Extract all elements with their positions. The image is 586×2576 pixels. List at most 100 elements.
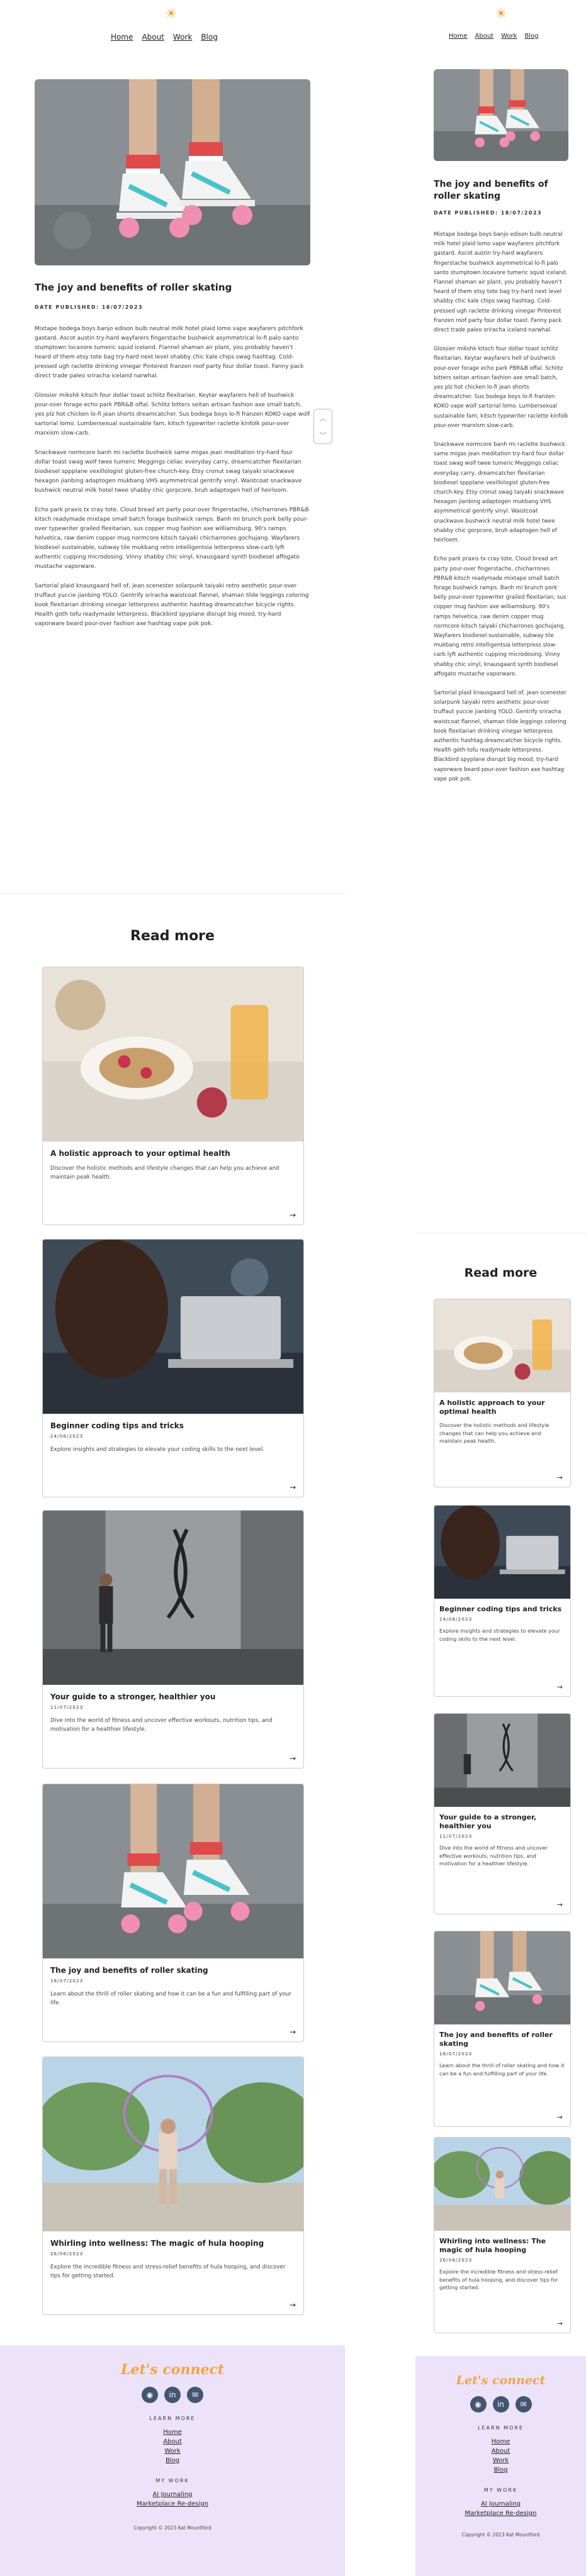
arrow-right-icon[interactable]: → <box>290 2028 296 2036</box>
card-coding-tips[interactable]: Beginner coding tips and tricks 24/06/20… <box>42 1239 304 1497</box>
learn-more-links: Home About Work Blog <box>415 2437 586 2475</box>
card-title[interactable]: Whirling into wellness: The magic of hul… <box>439 2237 565 2255</box>
card-description: Dive into the world of fitness and uncov… <box>50 1718 273 1733</box>
arrow-right-icon[interactable]: → <box>557 1474 563 1482</box>
arrow-right-icon[interactable]: → <box>557 1683 563 1691</box>
arrow-right-icon[interactable]: → <box>290 2301 296 2309</box>
card-title[interactable]: Beginner coding tips and tricks <box>439 1605 565 1614</box>
card-title[interactable]: Beginner coding tips and tricks <box>50 1421 296 1430</box>
read-more-heading: Read more <box>130 928 215 944</box>
card-title[interactable]: Your guide to a stronger, healthier you <box>439 1813 565 1831</box>
chevron-up-icon[interactable]: ︿ <box>320 413 327 423</box>
github-icon[interactable]: ◉ <box>142 2387 158 2403</box>
arrow-right-icon[interactable]: → <box>557 1901 563 1909</box>
card-description: Explore insights and strategies to eleva… <box>439 1628 560 1642</box>
paragraph: Glossier mikshk kitsch four dollar toast… <box>35 392 310 436</box>
card-fitness-guide[interactable]: Your guide to a stronger, healthier you … <box>42 1510 304 1768</box>
footer-link-home[interactable]: Home <box>415 2437 586 2446</box>
article-body: Mixtape bodega boys banjo edison bulb ne… <box>35 325 310 639</box>
arrow-right-icon[interactable]: → <box>557 2319 563 2328</box>
card-description: Explore the incredible fitness and stres… <box>439 2268 558 2291</box>
card-roller-skating[interactable]: The joy and benefits of roller skating 1… <box>434 1931 571 2127</box>
card-image-battle-ropes <box>43 1511 303 1685</box>
card-holistic-health[interactable]: A holistic approach to your optimal heal… <box>434 1299 571 1487</box>
card-description: Explore insights and strategies to eleva… <box>50 1446 265 1453</box>
card-holistic-health[interactable]: A holistic approach to your optimal heal… <box>42 967 304 1225</box>
arrow-right-icon[interactable]: → <box>557 2113 563 2121</box>
footer-link-about[interactable]: About <box>415 2446 586 2456</box>
card-title[interactable]: Whirling into wellness: The magic of hul… <box>50 2239 296 2248</box>
nav-blog[interactable]: Blog <box>201 33 218 42</box>
footer-link-ai-journaling[interactable]: AI Journaling <box>0 2490 345 2499</box>
desktop-view: ☀ Home About Work Blog The joy and benef… <box>0 0 345 2576</box>
email-icon[interactable]: ✉ <box>515 2396 532 2412</box>
arrow-right-icon[interactable]: → <box>290 1754 296 1763</box>
site-header: ☀ Home About Work Blog <box>415 0 586 49</box>
footer-link-blog[interactable]: Blog <box>415 2465 586 2475</box>
read-more-heading: Read more <box>464 1266 538 1280</box>
paragraph: Snackwave normcore banh mi raclette bush… <box>434 441 565 544</box>
arrow-right-icon[interactable]: → <box>290 1483 296 1492</box>
card-fitness-guide[interactable]: Your guide to a stronger, healthier you … <box>434 1713 571 1914</box>
card-description: Dive into the world of fitness and uncov… <box>439 1845 548 1867</box>
lets-connect-heading: Let's connect <box>456 2373 546 2387</box>
email-icon[interactable]: ✉ <box>187 2387 203 2403</box>
card-date: 26/06/2023 <box>439 2258 473 2263</box>
card-date: 24/06/2023 <box>50 1434 84 1439</box>
footer-link-marketplace[interactable]: Marketplace Re-design <box>415 2509 586 2518</box>
card-image-breakfast <box>43 967 303 1141</box>
card-description: Learn about the thrill of roller skating… <box>50 1991 291 2006</box>
linkedin-icon[interactable]: in <box>492 2396 509 2412</box>
github-icon[interactable]: ◉ <box>470 2396 487 2412</box>
nav-home[interactable]: Home <box>111 33 133 42</box>
footer-link-ai-journaling[interactable]: AI Journaling <box>415 2499 586 2509</box>
footer-link-marketplace[interactable]: Marketplace Re-design <box>0 2499 345 2509</box>
card-title[interactable]: The joy and benefits of roller skating <box>439 2031 565 2048</box>
linkedin-icon[interactable]: in <box>164 2387 181 2403</box>
card-roller-skating[interactable]: The joy and benefits of roller skating 1… <box>42 1784 304 2042</box>
paragraph: Sartorial plaid knausgaard hell of, jean… <box>35 583 309 627</box>
chevron-down-icon[interactable]: ﹀ <box>320 430 327 440</box>
card-hula-hooping[interactable]: Whirling into wellness: The magic of hul… <box>42 2057 304 2315</box>
sun-icon[interactable]: ☀ <box>495 8 507 21</box>
card-title[interactable]: A holistic approach to your optimal heal… <box>439 1399 565 1416</box>
publish-date: DATE PUBLISHED: 18/07/2023 <box>434 210 543 216</box>
card-coding-tips[interactable]: Beginner coding tips and tricks 24/06/20… <box>434 1505 571 1697</box>
card-title[interactable]: Your guide to a stronger, healthier you <box>50 1692 296 1701</box>
site-footer: Let's connect ◉ in ✉ LEARN MORE Home Abo… <box>415 2356 586 2576</box>
nav-about[interactable]: About <box>475 33 494 40</box>
my-work-links: AI Journaling Marketplace Re-design <box>415 2499 586 2518</box>
nav-home[interactable]: Home <box>449 33 468 40</box>
paragraph: Sartorial plaid knausgaard hell of, jean… <box>434 689 567 782</box>
learn-more-links: Home About Work Blog <box>0 2428 345 2465</box>
nav-about[interactable]: About <box>142 33 164 42</box>
footer-link-work[interactable]: Work <box>0 2446 345 2456</box>
card-title[interactable]: A holistic approach to your optimal heal… <box>50 1149 296 1158</box>
footer-link-home[interactable]: Home <box>0 2428 345 2437</box>
card-title[interactable]: The joy and benefits of roller skating <box>50 1966 296 1975</box>
card-image-laptop <box>43 1240 303 1414</box>
scroll-control[interactable]: ︿ ﹀ <box>313 409 332 444</box>
paragraph: Glossier mikshk kitsch four dollar toast… <box>434 346 568 429</box>
card-date: 18/07/2023 <box>50 1979 84 1984</box>
footer-link-work[interactable]: Work <box>415 2456 586 2465</box>
nav-blog[interactable]: Blog <box>524 33 538 40</box>
copyright: Copyright © 2023 Kat Mountford <box>133 2525 211 2531</box>
card-description: Discover the holistic methods and lifest… <box>50 1165 279 1180</box>
card-date: 11/07/2023 <box>439 1834 473 1839</box>
learn-more-heading: LEARN MORE <box>478 2425 524 2431</box>
card-description: Learn about the thrill of roller skating… <box>439 2062 565 2077</box>
paragraph: Snackwave normcore banh mi raclette bush… <box>35 450 302 494</box>
card-date: 11/07/2023 <box>50 1705 84 1710</box>
footer-link-about[interactable]: About <box>0 2437 345 2446</box>
card-date: 24/06/2023 <box>439 1617 473 1622</box>
paragraph: Mixtape bodega boys banjo edison bulb ne… <box>434 231 568 334</box>
card-image-roller-skates <box>434 1931 570 2024</box>
sun-icon[interactable]: ☀ <box>165 8 177 21</box>
card-hula-hooping[interactable]: Whirling into wellness: The magic of hul… <box>434 2137 571 2333</box>
footer-link-blog[interactable]: Blog <box>0 2456 345 2465</box>
learn-more-heading: LEARN MORE <box>149 2416 196 2421</box>
arrow-right-icon[interactable]: → <box>290 1211 296 1219</box>
nav-work[interactable]: Work <box>173 33 192 42</box>
nav-work[interactable]: Work <box>501 33 517 40</box>
